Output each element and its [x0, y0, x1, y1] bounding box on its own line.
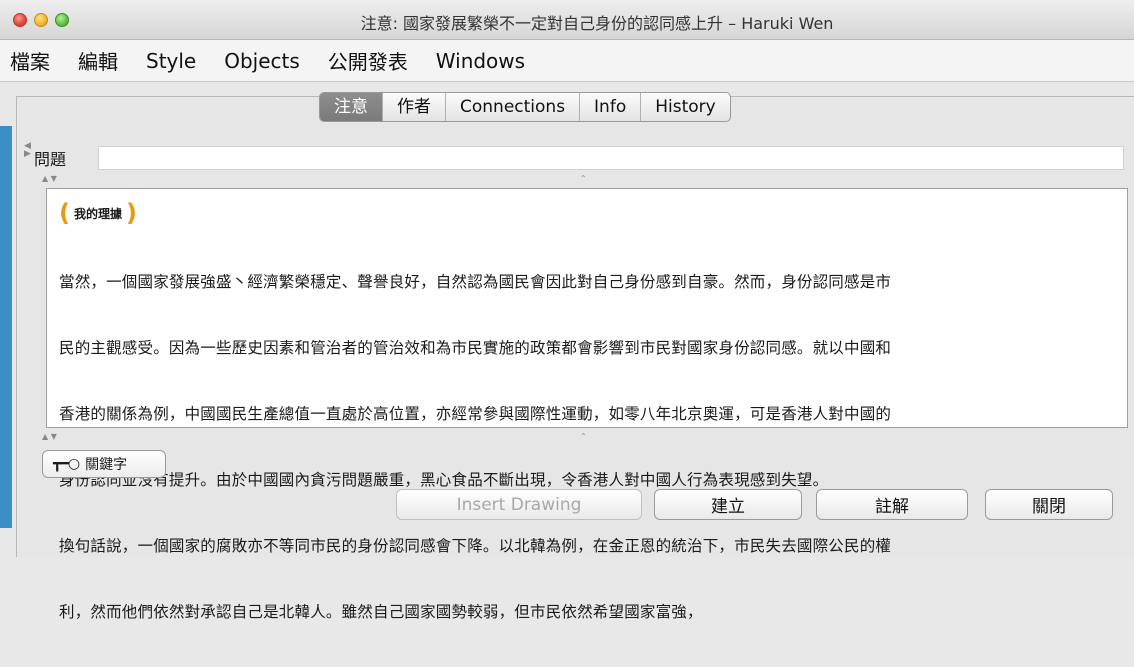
- note-editor: ◀ ▶ 問題 ▲ ▼ ⌃ ( 我的理據 ) 當然，一個國家發展強盛丶經濟繁榮穩定、…: [24, 140, 1128, 621]
- question-field[interactable]: [98, 146, 1124, 170]
- tab-author[interactable]: 作者: [382, 93, 445, 121]
- question-label: 問題: [34, 150, 67, 169]
- note-body[interactable]: ( 我的理據 ) 當然，一個國家發展強盛丶經濟繁榮穩定、聲譽良好，自然認為國民會…: [46, 188, 1128, 621]
- splitter-arrows-icon[interactable]: ▲ ▼: [42, 432, 57, 441]
- keyword-label: 關鍵字: [85, 457, 128, 473]
- menu-windows[interactable]: Windows: [436, 49, 525, 73]
- menu-file[interactable]: 檔案: [10, 46, 50, 75]
- close-button[interactable]: 關閉: [985, 489, 1113, 520]
- background-window-edge: [0, 126, 12, 528]
- splitter-bottom[interactable]: ▲ ▼ ⌃: [42, 432, 1124, 442]
- splitter-grip-icon[interactable]: ⌃: [580, 174, 587, 183]
- window-title: 注意: 國家發展繁榮不一定對自己身份的認同感上升 – Haruki Wen: [360, 14, 834, 33]
- menu-edit[interactable]: 編輯: [78, 46, 118, 75]
- splitter-top[interactable]: ▲ ▼ ⌃: [42, 174, 1124, 184]
- badge-bracket-right-icon: ): [125, 199, 137, 227]
- title-bar: 注意: 國家發展繁榮不一定對自己身份的認同感上升 – Haruki Wen: [0, 0, 1134, 40]
- key-icon: ┳━○: [53, 456, 80, 472]
- tab-note[interactable]: 注意: [320, 93, 382, 121]
- note-line: 當然，一個國家發展強盛丶經濟繁榮穩定、聲譽良好，自然認為國民會因此對自己身份感到…: [59, 273, 892, 291]
- tab-bar: 注意 作者 Connections Info History: [319, 92, 731, 122]
- note-line: 換句話說，一個國家的腐敗亦不等同市民的身份認同感會下降。以北韓為例，在金正恩的統…: [59, 537, 892, 555]
- badge-bracket-left-icon: (: [59, 199, 70, 227]
- keyword-button[interactable]: ┳━○ 關鍵字: [42, 450, 166, 478]
- tab-connections[interactable]: Connections: [445, 93, 579, 121]
- comment-button[interactable]: 註解: [816, 489, 968, 520]
- splitter-grip-icon[interactable]: ⌃: [580, 432, 587, 441]
- note-line: 身份認同並沒有提升。由於中國國內貪污問題嚴重，黑心食品不斷出現，令香港人對中國人…: [59, 471, 829, 489]
- tab-history[interactable]: History: [640, 93, 729, 121]
- my-reasoning-badge: ( 我的理據 ): [59, 199, 137, 227]
- create-button[interactable]: 建立: [654, 489, 802, 520]
- tab-info[interactable]: Info: [579, 93, 640, 121]
- note-line: 香港的關係為例，中國國民生產總值一直處於高位置，亦經常參與國際性運動，如零八年北…: [59, 405, 892, 423]
- menu-bar: 檔案 編輯 Style Objects 公開發表 Windows: [0, 40, 1134, 82]
- splitter-arrows-icon[interactable]: ▲ ▼: [42, 174, 57, 183]
- note-text: 當然，一個國家發展強盛丶經濟繁榮穩定、聲譽良好，自然認為國民會因此對自己身份感到…: [59, 227, 1117, 667]
- badge-text: 我的理據: [73, 206, 122, 221]
- menu-objects[interactable]: Objects: [224, 49, 300, 73]
- menu-style[interactable]: Style: [146, 49, 196, 73]
- insert-drawing-button[interactable]: Insert Drawing: [396, 489, 642, 520]
- note-line: 利，然而他們依然對承認自己是北韓人。雖然自己國家國勢較弱，但市民依然希望國家富強…: [59, 603, 703, 621]
- menu-publish[interactable]: 公開發表: [328, 46, 408, 75]
- collapse-arrow-icon[interactable]: ◀ ▶: [24, 142, 31, 159]
- note-line: 民的主觀感受。因為一些歷史因素和管治者的管治效和為市民實施的政策都會影響到市民對…: [59, 339, 892, 357]
